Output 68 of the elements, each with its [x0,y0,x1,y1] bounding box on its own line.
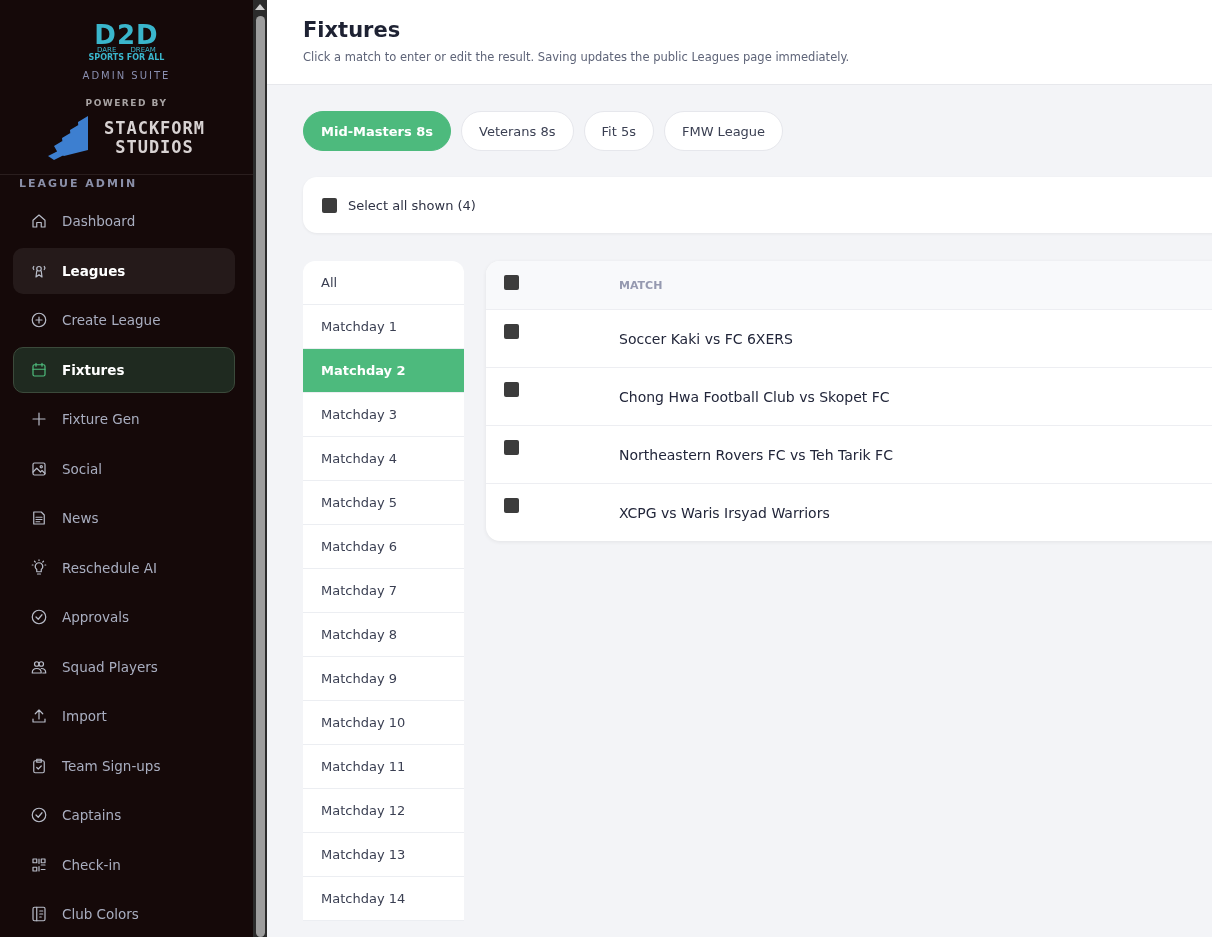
sidebar-item[interactable]: Fixtures [13,346,235,393]
column-header: MATCH [619,278,663,292]
image-icon [30,459,48,478]
matchday-item[interactable]: Matchday 14 [303,877,464,921]
match-cell[interactable]: Chong Hwa Football Club vs Skopet FC [619,388,890,405]
clipboard-check-icon [30,756,48,775]
check-circle-icon [30,806,48,824]
sidebar-item[interactable]: Dashboard [13,198,235,244]
scrollbar[interactable] [253,0,267,937]
matchday-item[interactable]: Matchday 13 [303,833,464,877]
partner-name-text: STUDIOS [115,138,194,157]
sidebar-item[interactable]: Import [13,693,235,739]
section-heading: LEAGUE ADMIN [18,176,139,190]
page-title: Fixtures [303,18,402,42]
sidebar-item[interactable]: Create League [13,297,235,343]
matchday-item[interactable]: Matchday 4 [303,437,464,481]
league-tab[interactable]: FMW League [663,111,784,151]
sidebar-item[interactable]: Leagues [13,247,235,294]
qr-code-icon [30,855,48,874]
home-icon [30,212,48,230]
page-subtitle: Click a match to enter or edit the result. Saving updates the public Leagues page immediately. [303,50,851,64]
sidebar-item[interactable]: Approvals [13,594,235,640]
calendar-icon [30,360,48,379]
match-cell[interactable]: XCPG vs Waris Irsyad Warriors [619,504,830,521]
match-cell[interactable]: Northeastern Rovers FC vs Teh Tarik FC [619,446,893,463]
book-icon [30,905,48,923]
sidebar-item[interactable]: Squad Players [13,643,235,690]
sidebar-item[interactable]: Team Sign-ups [13,742,235,789]
matchday-item[interactable]: Matchday 12 [303,789,464,833]
upload-icon [30,707,48,725]
sidebar-item[interactable]: Club Colors [13,891,235,937]
checkbox[interactable] [504,275,519,290]
sidebar-item[interactable]: Fixture Gen [13,396,235,442]
checkbox[interactable] [504,498,519,513]
matchday-item[interactable]: Matchday 5 [303,481,464,525]
matchday-item[interactable]: Matchday 6 [303,525,464,569]
sidebar-item[interactable]: Check-in [13,841,235,888]
suite-label: ADMIN SUITE [82,70,171,81]
matchday-item[interactable]: Matchday 11 [303,745,464,789]
checkbox[interactable] [322,197,337,213]
partner-name-text: STACKFORM [103,119,206,138]
sidebar-item[interactable]: Captains [13,792,235,838]
plus-circle-icon [30,311,48,329]
matchday-item[interactable]: Matchday 8 [303,613,464,657]
sidebar-item[interactable]: News [13,495,235,541]
checkbox[interactable] [504,440,519,455]
matchday-item[interactable]: Matchday 3 [303,393,464,437]
match-cell[interactable]: Soccer Kaki vs FC 6XERS [619,330,793,347]
checkbox[interactable] [504,324,519,339]
scroll-up-arrow-icon[interactable] [255,4,265,10]
check-circle-icon [30,608,48,626]
document-icon [30,509,48,527]
league-tab[interactable]: Fit 5s [583,111,654,151]
checkbox[interactable] [504,382,519,397]
sidebar-item[interactable]: Reschedule AI [13,544,235,591]
league-tab[interactable]: Veterans 8s [461,111,574,151]
select-all-label[interactable]: Select all shown (4) [348,197,476,213]
matchday-item[interactable]: All [303,261,464,305]
matchday-item[interactable]: Matchday 10 [303,701,464,745]
lightbulb-icon [30,558,48,577]
matchday-item[interactable]: Matchday 9 [303,657,464,701]
matchday-item[interactable]: Matchday 7 [303,569,464,613]
plus-icon [30,410,48,428]
logo-tagline: SPORTS FOR ALL [88,54,165,62]
logo-mark-text: D2D [94,22,159,48]
powered-by-label: POWERED BY [85,98,168,108]
scrollbar-thumb[interactable] [255,16,265,937]
sidebar-item[interactable]: Social [13,445,235,492]
